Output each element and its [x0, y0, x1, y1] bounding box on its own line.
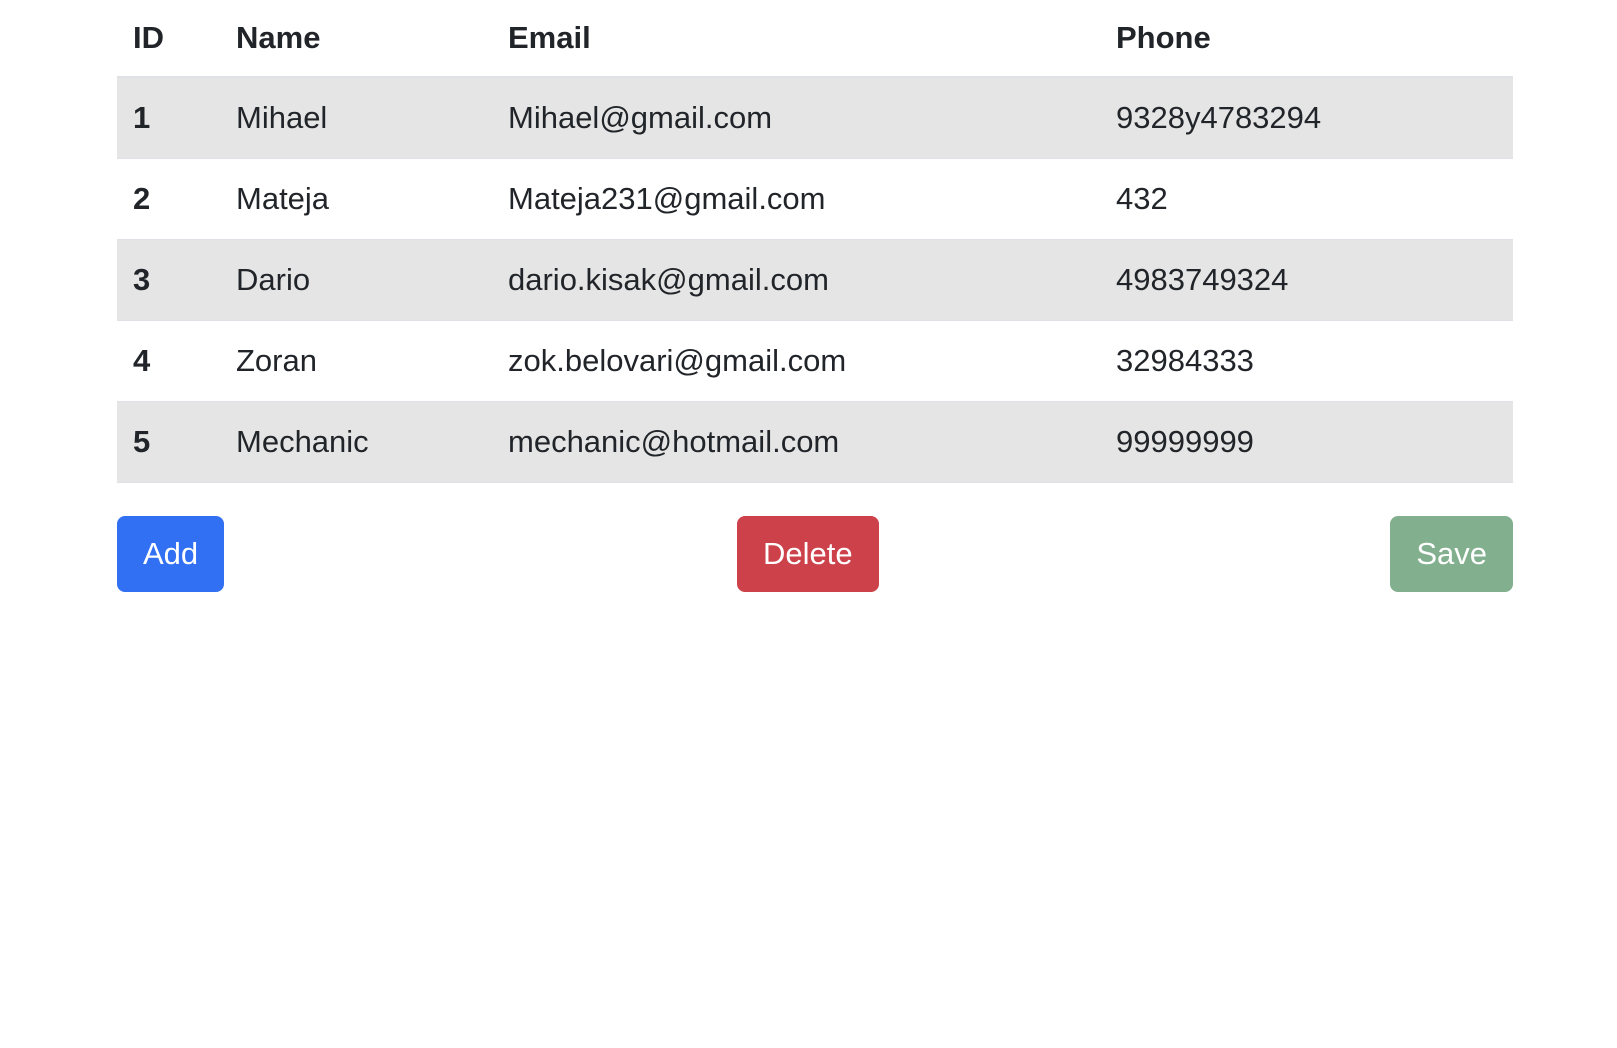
cell-email: dario.kisak@gmail.com	[492, 239, 1100, 321]
cell-email: zok.belovari@gmail.com	[492, 320, 1100, 402]
cell-name: Mateja	[220, 158, 492, 240]
table-row[interactable]: 3 Dario dario.kisak@gmail.com 4983749324	[117, 239, 1513, 321]
cell-email: mechanic@hotmail.com	[492, 401, 1100, 483]
cell-phone: 9328y4783294	[1100, 77, 1513, 159]
column-header-email: Email	[492, 0, 1100, 78]
cell-phone: 32984333	[1100, 320, 1513, 402]
cell-phone: 4983749324	[1100, 239, 1513, 321]
cell-name: Dario	[220, 239, 492, 321]
users-table: ID Name Email Phone 1 Mihael Mihael@gmai…	[117, 0, 1513, 483]
column-header-name: Name	[220, 0, 492, 78]
cell-id: 5	[117, 401, 220, 483]
save-button[interactable]: Save	[1390, 515, 1513, 592]
table-header: ID Name Email Phone	[117, 0, 1513, 78]
table-row[interactable]: 1 Mihael Mihael@gmail.com 9328y4783294	[117, 77, 1513, 159]
cell-name: Mihael	[220, 77, 492, 159]
header-row: ID Name Email Phone	[117, 0, 1513, 78]
cell-phone: 99999999	[1100, 401, 1513, 483]
cell-phone: 432	[1100, 158, 1513, 240]
cell-id: 3	[117, 239, 220, 321]
cell-name: Mechanic	[220, 401, 492, 483]
table-body: 1 Mihael Mihael@gmail.com 9328y4783294 2…	[117, 77, 1513, 483]
cell-email: Mateja231@gmail.com	[492, 158, 1100, 240]
cell-name: Zoran	[220, 320, 492, 402]
table-row[interactable]: 5 Mechanic mechanic@hotmail.com 99999999	[117, 401, 1513, 483]
cell-id: 2	[117, 158, 220, 240]
column-header-phone: Phone	[1100, 0, 1513, 78]
action-bar: Add Delete Save	[117, 515, 1513, 592]
cell-email: Mihael@gmail.com	[492, 77, 1100, 159]
cell-id: 4	[117, 320, 220, 402]
table-row[interactable]: 2 Mateja Mateja231@gmail.com 432	[117, 158, 1513, 240]
users-panel: ID Name Email Phone 1 Mihael Mihael@gmai…	[117, 0, 1513, 592]
column-header-id: ID	[117, 0, 220, 78]
add-button[interactable]: Add	[117, 515, 225, 592]
table-row[interactable]: 4 Zoran zok.belovari@gmail.com 32984333	[117, 320, 1513, 402]
delete-button[interactable]: Delete	[737, 515, 879, 592]
cell-id: 1	[117, 77, 220, 159]
